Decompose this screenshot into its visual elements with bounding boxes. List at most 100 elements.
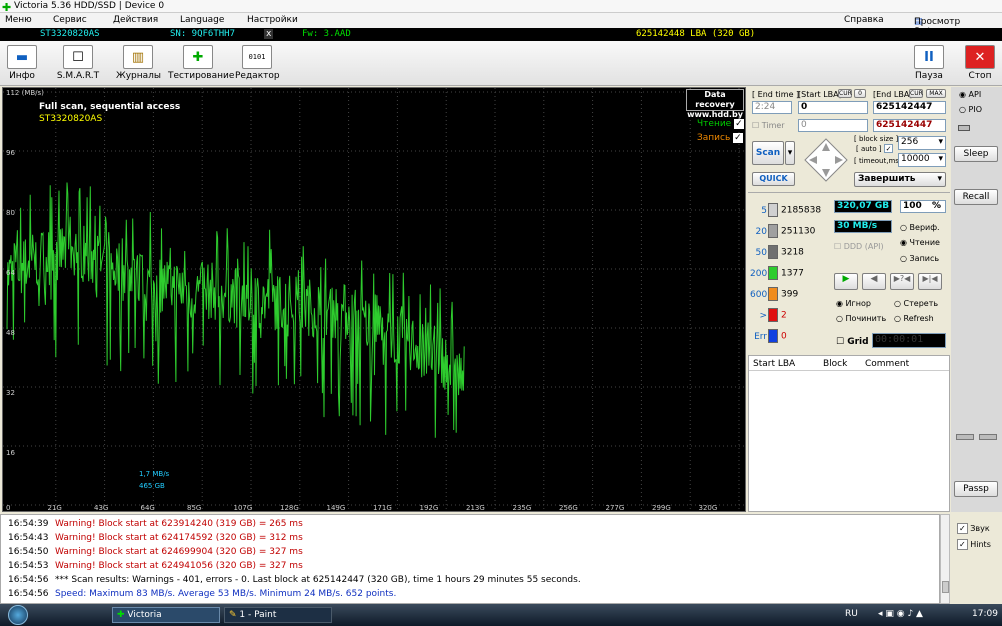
current-position: 465 GB xyxy=(139,482,165,490)
read-speed-series xyxy=(6,182,465,438)
pause-button[interactable]: II Пауза xyxy=(912,45,946,81)
block-size-value: 256 xyxy=(901,137,919,147)
block-counter-label: 600 xyxy=(750,289,768,300)
end-time-field[interactable]: 2:24 xyxy=(752,101,792,114)
scan-dropdown[interactable]: ▾ xyxy=(785,141,795,165)
indicator-led xyxy=(958,125,970,131)
x-tick: 43G xyxy=(94,504,109,512)
log-message: Warning! Block start at 624699904 (320 G… xyxy=(55,547,303,557)
start-zero-button[interactable]: 0 xyxy=(854,89,866,98)
x-tick: 171G xyxy=(373,504,392,512)
log-line: 16:54:50 Warning! Block start at 62469990… xyxy=(8,547,303,561)
col-comment[interactable]: Comment xyxy=(865,359,909,369)
timer-checkbox[interactable]: ☐ Timer xyxy=(752,121,785,130)
y-tick: 96 xyxy=(6,149,15,157)
hints-checkbox[interactable]: ✓ Hints xyxy=(957,539,991,550)
start-lba-field[interactable]: 0 xyxy=(798,101,868,114)
taskbar-victoria[interactable]: ✚ Victoria xyxy=(112,607,220,623)
pio-label: PIO xyxy=(968,105,983,114)
legend-read[interactable]: Чтение ✓ xyxy=(697,119,744,129)
legend-read-checkbox[interactable]: ✓ xyxy=(734,119,744,129)
taskbar-victoria-label: Victoria xyxy=(127,610,162,620)
grid-checkbox[interactable]: ☐ Grid xyxy=(836,337,869,347)
language-indicator[interactable]: RU xyxy=(845,609,858,619)
smart-button[interactable]: ☐ S.M.A.R.T xyxy=(56,45,100,81)
paint-icon: ✎ xyxy=(229,610,237,620)
x-tick: 107G xyxy=(233,504,253,512)
skip-back-button[interactable]: ▶?◀ xyxy=(890,273,914,290)
editor-icon: 0101 xyxy=(242,45,272,69)
finish-select[interactable]: Завершить ▾ xyxy=(854,172,946,187)
legend-write[interactable]: Запись ✓ xyxy=(697,133,743,143)
menu-language[interactable]: Language xyxy=(180,15,224,25)
close-drive-button[interactable]: x xyxy=(264,29,274,39)
taskbar-paint[interactable]: ✎ 1 - Paint xyxy=(224,607,332,623)
repair-label: Починить xyxy=(845,314,887,323)
menu-service[interactable]: Сервис xyxy=(53,15,87,25)
speed-graph: 112 (MB/s) 96 80 64 48 32 16 0 21G 43G 64G 8… xyxy=(2,87,746,512)
write-radio[interactable]: ○ Запись xyxy=(900,254,939,263)
menu-bar: Меню Сервис Действия Language Настройки … xyxy=(0,13,1002,37)
block-counter-label: 200 xyxy=(750,268,768,279)
end-lba-field[interactable]: 625142447 xyxy=(873,101,946,114)
play-button[interactable]: ▶ xyxy=(834,273,858,290)
ddd-checkbox[interactable]: ☐ DDD (API) xyxy=(834,242,884,251)
log-scrollbar[interactable] xyxy=(940,514,950,604)
quick-button[interactable]: QUICK xyxy=(752,172,795,186)
end-cur-button[interactable]: CUR xyxy=(909,89,923,98)
log-scroll-thumb[interactable] xyxy=(942,581,949,593)
percent-display: 100 % xyxy=(900,200,946,213)
end-max-button[interactable]: MAX xyxy=(926,89,946,98)
x-tick: 277G xyxy=(605,504,625,512)
stop-button[interactable]: ✕ Стоп xyxy=(963,45,997,81)
log-panel: 16:54:39 Warning! Block start at 62391424… xyxy=(0,514,940,604)
col-start-lba[interactable]: Start LBA xyxy=(753,359,795,369)
legend-write-checkbox[interactable]: ✓ xyxy=(733,133,743,143)
x-tick: 235G xyxy=(512,504,532,512)
legend-write-label: Запись xyxy=(697,133,731,143)
recall-button[interactable]: Recall xyxy=(954,189,998,205)
erase-radio[interactable]: ○ Стереть xyxy=(894,299,938,308)
log-message: *** Scan results: Warnings - 401, errors… xyxy=(55,575,581,585)
log-time: 16:54:39 xyxy=(8,519,49,529)
start-button[interactable] xyxy=(8,605,28,625)
passp-button[interactable]: Passp xyxy=(954,481,998,497)
auto-checkbox[interactable]: ✓ xyxy=(884,144,893,153)
read-radio[interactable]: ◉ Чтение xyxy=(900,238,940,247)
scan-button[interactable]: Scan xyxy=(752,141,784,165)
start-cur-button[interactable]: CUR xyxy=(838,89,852,98)
data-recovery-badge[interactable]: Data recovery www.hdd.by xyxy=(686,89,744,119)
sleep-button[interactable]: Sleep xyxy=(954,146,998,162)
end-time-label: [ End time ] xyxy=(752,90,800,99)
block-counter: 50 3218 xyxy=(750,245,804,259)
smart-icon: ☐ xyxy=(63,45,93,69)
ignore-radio[interactable]: ◉ Игнор xyxy=(836,299,871,308)
col-block[interactable]: Block xyxy=(823,359,847,369)
repair-radio[interactable]: ○ Починить xyxy=(836,314,886,323)
pio-radio[interactable]: ○ PIO xyxy=(959,105,982,114)
block-size-select[interactable]: 256 ▾ xyxy=(898,136,946,150)
direction-pad-icon[interactable] xyxy=(803,137,849,183)
refresh-radio[interactable]: ○ Refresh xyxy=(894,314,934,323)
editor-button[interactable]: 0101 Редактор xyxy=(235,45,280,81)
menu-help[interactable]: Справка xyxy=(844,15,884,25)
menu-settings[interactable]: Настройки xyxy=(247,15,298,25)
timer-field[interactable]: 0 xyxy=(798,119,868,132)
verify-radio[interactable]: ○ Вериф. xyxy=(900,223,940,232)
victoria-icon: ✚ xyxy=(117,610,125,620)
testing-button[interactable]: ✚ Тестирование xyxy=(168,45,234,81)
menu-actions[interactable]: Действия xyxy=(113,15,158,25)
timeout-value: 10000 xyxy=(901,154,930,164)
log-time: 16:54:56 xyxy=(8,589,49,599)
rewind-button[interactable]: ◀ xyxy=(862,273,886,290)
sound-checkbox[interactable]: ✓ Звук xyxy=(957,523,990,534)
tray-icons[interactable]: ◂ ▣ ◉ ♪ ▲ xyxy=(878,609,923,619)
refresh-label: Refresh xyxy=(903,314,934,323)
info-button[interactable]: ▬ Инфо xyxy=(5,45,39,81)
logs-button[interactable]: ▥ Журналы xyxy=(116,45,161,81)
timeout-select[interactable]: 10000 ▾ xyxy=(898,153,946,167)
menu-main[interactable]: Меню xyxy=(5,15,32,25)
skip-end-button[interactable]: ▶|◀ xyxy=(918,273,942,290)
api-radio[interactable]: ◉ API xyxy=(959,90,981,99)
percent-value: 100 xyxy=(903,201,922,211)
